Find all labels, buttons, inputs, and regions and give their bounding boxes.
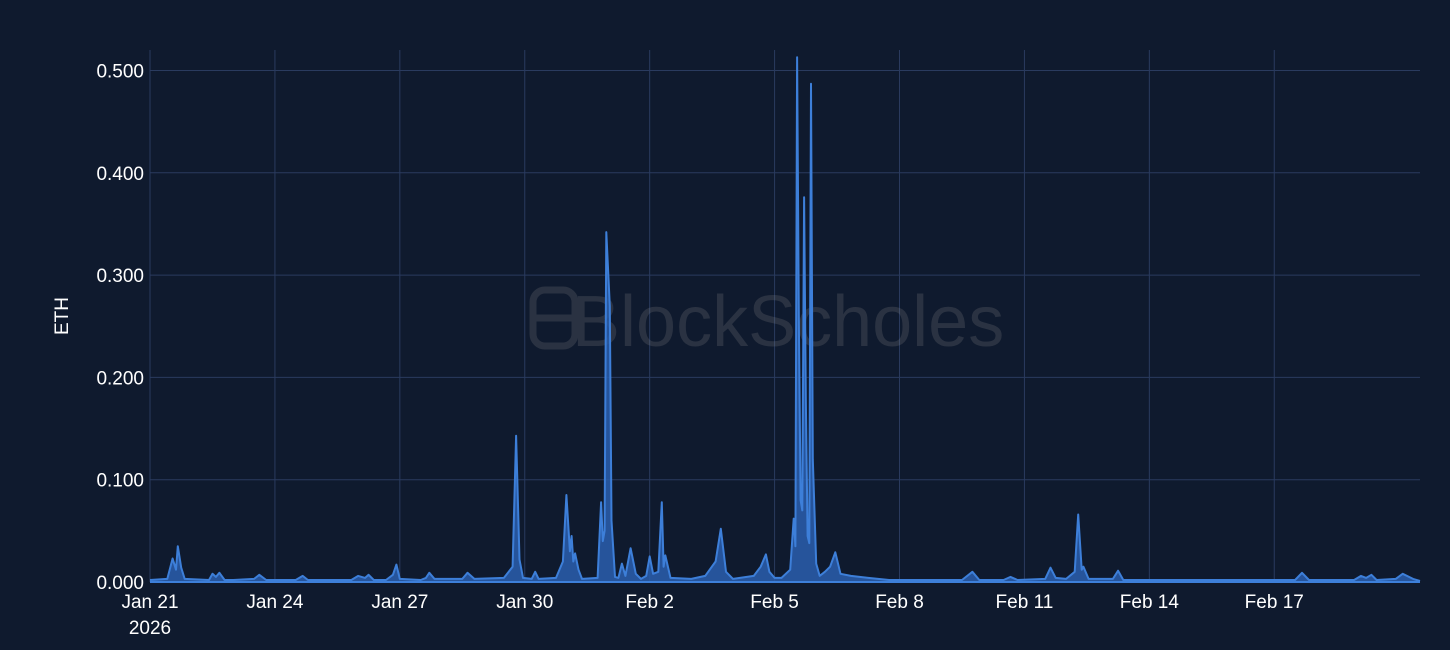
x-tick-sublabel: 2026: [129, 618, 171, 639]
x-tick-label: Jan 30: [496, 592, 553, 613]
x-tick-label: Jan 27: [371, 592, 428, 613]
x-tick-label: Feb 2: [625, 592, 674, 613]
x-tick-label: Jan 21: [121, 592, 178, 613]
y-tick-label: 0.300: [96, 266, 144, 287]
x-tick-label: Feb 5: [750, 592, 799, 613]
y-tick-label: 0.000: [96, 573, 144, 594]
y-tick-label: 0.100: [96, 471, 144, 492]
y-tick-label: 0.200: [96, 368, 144, 389]
x-tick-label: Jan 24: [246, 592, 303, 613]
x-tick-label: Feb 8: [875, 592, 924, 613]
y-axis-label: ETH: [52, 297, 73, 335]
y-tick-label: 0.500: [96, 61, 144, 82]
watermark: BlockScholes: [529, 282, 1004, 362]
x-tick-label: Feb 14: [1120, 592, 1180, 613]
x-tick-label: Feb 11: [996, 592, 1054, 613]
watermark-text: BlockScholes: [572, 282, 1004, 362]
x-tick-label: Feb 17: [1245, 592, 1304, 613]
y-tick-label: 0.400: [96, 164, 144, 185]
eth-area-chart: BlockScholes 0.000 0.100 0.200 0.300 0.400 0.…: [0, 0, 1450, 650]
